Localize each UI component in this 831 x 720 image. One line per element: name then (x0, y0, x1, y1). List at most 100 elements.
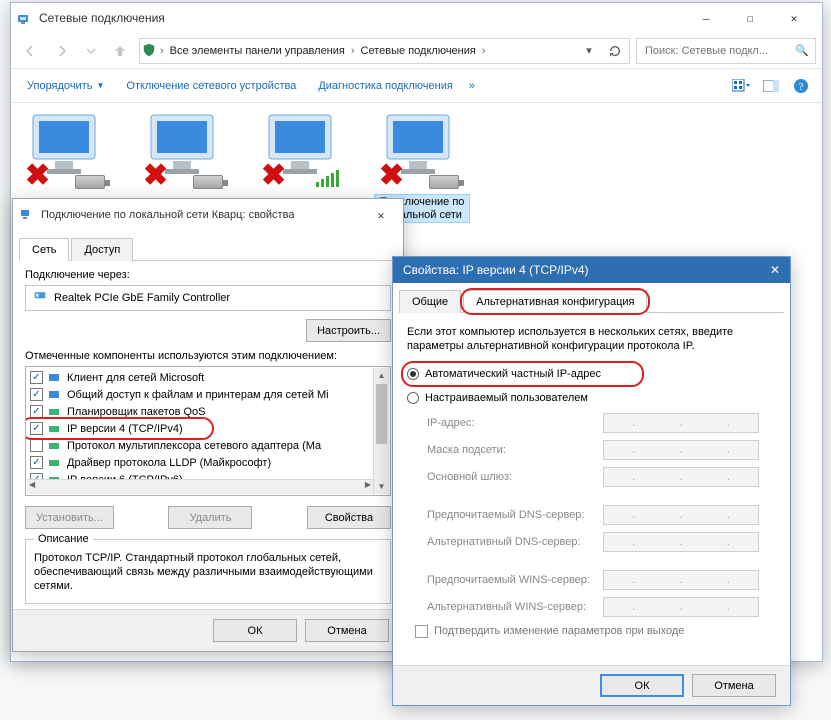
checkbox-icon[interactable]: ✓ (30, 388, 43, 401)
cancel-button[interactable]: Отмена (305, 619, 389, 642)
radio-user-configured[interactable]: Настраиваемый пользователем (407, 388, 776, 408)
chevron-right-icon[interactable]: › (482, 45, 486, 57)
up-button[interactable] (107, 38, 133, 64)
checkbox-icon[interactable]: ✓ (30, 439, 43, 452)
dlg1-body: Подключение через: Realtek PCIe GbE Fami… (13, 261, 403, 612)
component-item[interactable]: ✓Планировщик пакетов QoS (26, 403, 390, 420)
uninstall-button[interactable]: Удалить (168, 506, 252, 529)
connect-via-label: Подключение через: (25, 269, 391, 281)
radio-auto-private[interactable]: Автоматический частный IP-адрес (407, 364, 776, 384)
dlg2-tabs: Общие Альтернативная конфигурация (399, 289, 784, 313)
ethernet-plug-icon (429, 175, 459, 189)
ipv4-properties-dialog: Свойства: IP версии 4 (TCP/IPv4) ✕ Общие… (392, 256, 791, 706)
back-button[interactable] (17, 38, 43, 64)
description-text: Протокол TCP/IP. Стандартный протокол гл… (34, 552, 382, 593)
refresh-button[interactable] (603, 39, 627, 63)
recent-dropdown[interactable] (81, 38, 101, 64)
dlg1-close-button[interactable]: ✕ (365, 202, 397, 228)
ok-button[interactable]: ОК (213, 619, 297, 642)
minimize-button[interactable]: — (684, 4, 728, 32)
ethernet-plug-icon (75, 175, 105, 189)
checkbox-icon[interactable] (415, 625, 428, 638)
wins1-input: ... (603, 570, 759, 590)
crumb-control-panel[interactable]: Все элементы панели управления (166, 42, 349, 60)
radio-icon (407, 392, 419, 404)
search-input[interactable] (643, 44, 795, 58)
breadcrumb[interactable]: › Все элементы панели управления › Сетев… (139, 38, 630, 64)
component-item[interactable]: ✓Общий доступ к файлам и принтерам для с… (26, 386, 390, 403)
help-button[interactable]: ? (788, 74, 814, 98)
ip-input: ... (603, 413, 759, 433)
dlg1-tabs: Сеть Доступ (19, 237, 397, 261)
chevron-right-icon[interactable]: › (351, 45, 355, 57)
views-dropdown[interactable] (728, 74, 754, 98)
dlg1-footer: ОК Отмена (13, 609, 403, 651)
disabled-x-icon: ✖ (379, 161, 404, 191)
cancel-button[interactable]: Отмена (692, 674, 776, 697)
confirm-checkbox-row[interactable]: Подтвердить изменение параметров при вых… (415, 625, 776, 638)
dlg2-body: Если этот компьютер используется в неско… (393, 313, 790, 646)
svg-text:?: ? (799, 81, 804, 93)
nic-icon (32, 290, 48, 306)
adapter-box: Realtek PCIe GbE Family Controller (25, 285, 391, 311)
network-icon (19, 207, 35, 223)
mask-input: ... (603, 440, 759, 460)
description-group: Описание Протокол TCP/IP. Стандартный пр… (25, 539, 391, 604)
dlg1-titlebar: Подключение по локальной сети Кварц: сво… (13, 199, 403, 231)
address-dropdown[interactable]: ▾ (577, 39, 601, 63)
forward-button[interactable] (49, 38, 75, 64)
tab-network[interactable]: Сеть (19, 238, 69, 261)
search-box[interactable]: 🔍 (636, 38, 816, 64)
field-gateway: Основной шлюз:... (427, 465, 776, 489)
components-caption: Отмеченные компоненты используются этим … (25, 350, 391, 362)
adapter-name: Realtek PCIe GbE Family Controller (54, 292, 230, 304)
tab-alternative[interactable]: Альтернативная конфигурация (463, 290, 647, 313)
tab-general[interactable]: Общие (399, 290, 461, 313)
diagnose-button[interactable]: Диагностика подключения (310, 74, 460, 98)
dlg2-close-button[interactable]: ✕ (770, 263, 780, 277)
component-item-ipv4[interactable]: ✓IP версии 4 (TCP/IPv4) (26, 420, 390, 437)
dns2-input: ... (603, 532, 759, 552)
chevron-right-icon[interactable]: › (160, 45, 164, 57)
close-button[interactable]: ✕ (772, 4, 816, 32)
dlg2-title: Свойства: IP версии 4 (TCP/IPv4) (403, 263, 589, 277)
description-heading: Описание (34, 533, 93, 545)
ethernet-plug-icon (193, 175, 223, 189)
list-scrollbar[interactable]: ▲▼ (373, 368, 389, 494)
view-bar: ? (728, 74, 814, 98)
search-icon: 🔍 (795, 44, 809, 57)
maximize-button[interactable]: ☐ (728, 4, 772, 32)
preview-pane-button[interactable] (758, 74, 784, 98)
tab-access[interactable]: Доступ (71, 238, 133, 261)
field-wins1: Предпочитаемый WINS-сервер:... (427, 568, 776, 592)
disabled-x-icon: ✖ (25, 161, 50, 191)
dns1-input: ... (603, 505, 759, 525)
field-mask: Маска подсети:... (427, 438, 776, 462)
command-bar: Упорядочить ▼ Отключение сетевого устрой… (11, 69, 822, 103)
component-item[interactable]: ✓Протокол мультиплексора сетевого адапте… (26, 437, 390, 454)
disable-device-button[interactable]: Отключение сетевого устройства (118, 74, 304, 98)
dlg1-title: Подключение по локальной сети Кварц: сво… (35, 209, 365, 221)
component-item[interactable]: ✓Клиент для сетей Microsoft (26, 369, 390, 386)
organize-menu[interactable]: Упорядочить ▼ (19, 74, 112, 98)
crumb-network-connections[interactable]: Сетевые подключения (357, 42, 480, 60)
checkbox-icon[interactable]: ✓ (30, 371, 43, 384)
checkbox-icon[interactable]: ✓ (30, 456, 43, 469)
more-commands[interactable]: » (467, 74, 477, 98)
confirm-label: Подтвердить изменение параметров при вых… (434, 625, 684, 637)
checkbox-icon[interactable]: ✓ (30, 422, 43, 435)
component-item[interactable]: ✓Драйвер протокола LLDP (Майкрософт) (26, 454, 390, 471)
radio-icon (407, 368, 419, 380)
connection-properties-dialog: Подключение по локальной сети Кварц: сво… (12, 198, 404, 652)
checkbox-icon[interactable]: ✓ (30, 405, 43, 418)
components-list[interactable]: ✓Клиент для сетей Microsoft ✓Общий досту… (25, 366, 391, 496)
configure-button[interactable]: Настроить... (306, 319, 391, 342)
properties-button[interactable]: Свойства (307, 506, 391, 529)
list-hscrollbar[interactable]: ◀▶ (27, 479, 373, 494)
field-ip: IP-адрес:... (427, 411, 776, 435)
gateway-input: ... (603, 467, 759, 487)
intro-text: Если этот компьютер используется в неско… (407, 325, 776, 354)
ok-button[interactable]: ОК (600, 674, 684, 697)
dlg2-footer: ОК Отмена (393, 665, 790, 705)
install-button[interactable]: Установить... (25, 506, 114, 529)
